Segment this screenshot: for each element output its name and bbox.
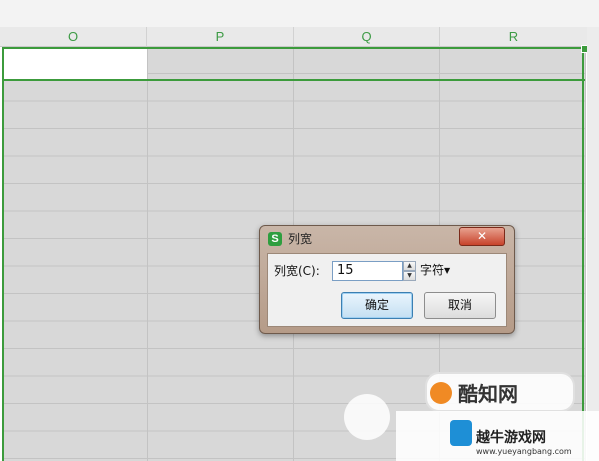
toolbar-strip xyxy=(0,0,599,27)
width-spinner: ▲ ▼ xyxy=(403,261,416,281)
wps-app-icon: S xyxy=(268,232,282,246)
watermark-badge-icon xyxy=(430,382,452,404)
chevron-down-icon: ▼ xyxy=(444,266,451,275)
spin-down-arrow-icon[interactable]: ▼ xyxy=(403,271,416,281)
dialog-body: 列宽(C): 15 ▲ ▼ 字符▼ 确定 取消 xyxy=(267,253,507,327)
watermark-bottom-logo-icon xyxy=(450,420,472,446)
watermark-badge-text: 酷知网 xyxy=(458,382,518,406)
column-width-dialog: S 列宽 ✕ 列宽(C): 15 ▲ ▼ 字符▼ 确定 取消 xyxy=(259,225,515,334)
column-header-o[interactable]: O xyxy=(0,27,147,47)
ok-button[interactable]: 确定 xyxy=(341,292,413,319)
column-header-label: R xyxy=(508,29,519,44)
close-button[interactable]: ✕ xyxy=(459,227,505,246)
column-header-r[interactable]: R xyxy=(440,27,588,47)
column-width-input[interactable]: 15 xyxy=(332,261,403,281)
dialog-title: 列宽 xyxy=(288,232,313,246)
spin-up-arrow-icon[interactable]: ▲ xyxy=(403,261,416,271)
dialog-titlebar[interactable]: S 列宽 ✕ xyxy=(260,226,514,253)
watermark-bottom-text: 越牛游戏网 xyxy=(476,430,546,446)
unit-dropdown[interactable]: 字符▼ xyxy=(420,263,450,278)
column-header-label: Q xyxy=(361,29,372,44)
cancel-button[interactable]: 取消 xyxy=(424,292,496,319)
column-header-label: P xyxy=(215,29,225,44)
watermark-circle-logo xyxy=(344,394,390,440)
close-icon: ✕ xyxy=(476,229,488,243)
column-width-label: 列宽(C): xyxy=(274,264,320,278)
column-header-q[interactable]: Q xyxy=(294,27,440,47)
unit-label: 字符 xyxy=(420,263,445,277)
column-header-label: O xyxy=(67,29,79,44)
vertical-scrollbar[interactable] xyxy=(587,27,599,461)
column-header-p[interactable]: P xyxy=(147,27,294,47)
watermark-bottom-url: www.yueyangbang.com xyxy=(476,447,572,456)
